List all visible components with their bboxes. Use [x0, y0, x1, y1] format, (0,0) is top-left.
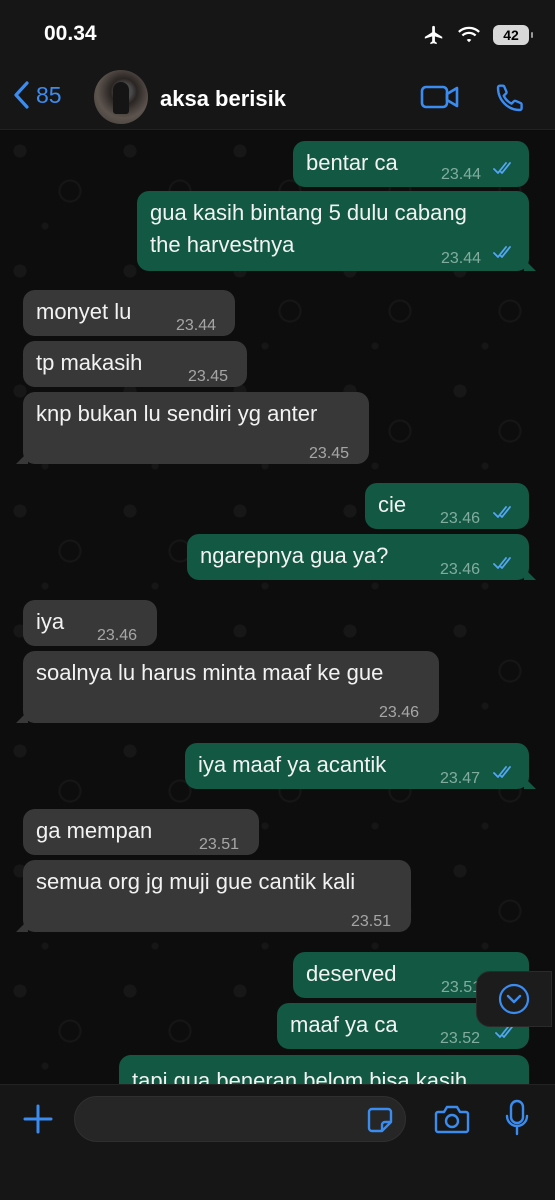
message-time: 23.46: [97, 627, 138, 644]
message-text: iya maaf ya acantik: [198, 752, 387, 777]
message-bubble-incoming[interactable]: iya 23.46: [23, 600, 157, 646]
chevron-down-icon: [498, 983, 530, 1015]
message-text: ngarepnya gua ya?: [200, 543, 389, 568]
message-bubble-incoming[interactable]: tp makasih 23.45: [23, 341, 247, 387]
message-bubble-incoming[interactable]: soalnya lu harus minta maaf ke gue 23.46: [16, 651, 439, 723]
sticker-icon[interactable]: [366, 1106, 394, 1134]
message-time: 23.44: [441, 166, 482, 183]
battery-level: 42: [503, 27, 519, 43]
message-bubble-outgoing[interactable]: cie 23.46: [365, 483, 529, 529]
message-text: soalnya lu harus minta maaf ke gue: [36, 660, 384, 685]
message-text-line2: the harvestnya: [150, 232, 295, 257]
message-bubble-incoming[interactable]: monyet lu 23.44: [23, 290, 235, 336]
message-text: gua kasih bintang 5 dulu cabang: [150, 200, 467, 225]
status-bar: 00.34 42: [0, 0, 555, 66]
input-bar: [0, 1084, 555, 1200]
double-check-icon: [493, 557, 511, 569]
mic-icon[interactable]: [504, 1099, 530, 1137]
message-bubble-outgoing[interactable]: tapi gua beneran belom bisa kasih: [119, 1055, 529, 1084]
message-text: cie: [378, 492, 407, 517]
back-button[interactable]: 85: [12, 80, 62, 110]
battery-icon: 42: [493, 25, 533, 45]
avatar[interactable]: [94, 70, 148, 124]
unread-count: 85: [36, 81, 62, 108]
message-bubble-outgoing[interactable]: bentar ca 23.44: [293, 141, 529, 187]
message-bubble-incoming[interactable]: knp bukan lu sendiri yg anter 23.45: [16, 392, 369, 464]
message-time: 23.51: [351, 913, 392, 930]
message-text: tapi gua beneran belom bisa kasih: [132, 1068, 468, 1084]
phone-icon[interactable]: [494, 82, 526, 114]
message-bubble-outgoing[interactable]: ngarepnya gua ya? 23.46: [187, 534, 536, 580]
airplane-icon: [424, 25, 443, 45]
message-time: 23.46: [379, 704, 420, 721]
message-text: deserved: [306, 961, 397, 986]
double-check-icon: [493, 766, 511, 778]
message-text: knp bukan lu sendiri yg anter: [36, 401, 318, 426]
message-text: bentar ca: [306, 150, 398, 175]
back-chevron-icon: [14, 81, 29, 109]
chat-area[interactable]: bentar ca 23.44 gua kasih bintang 5 dulu…: [0, 131, 555, 1084]
message-bubble-outgoing[interactable]: gua kasih bintang 5 dulu cabang the harv…: [137, 191, 536, 271]
camera-icon[interactable]: [434, 1103, 470, 1135]
message-text: semua org jg muji gue cantik kali: [36, 869, 356, 894]
message-bubble-incoming[interactable]: semua org jg muji gue cantik kali 23.51: [16, 860, 411, 932]
message-text: maaf ya ca: [290, 1012, 398, 1037]
status-time: 00.34: [44, 22, 97, 45]
message-text: ga mempan: [36, 818, 153, 843]
double-check-icon: [495, 1026, 513, 1038]
message-time: 23.46: [440, 510, 481, 527]
double-check-icon: [493, 162, 511, 174]
contact-name[interactable]: aksa berisik: [160, 86, 286, 112]
message-time: 23.47: [440, 770, 481, 787]
plus-icon[interactable]: [22, 1103, 54, 1135]
status-icons: 42: [423, 24, 533, 46]
scroll-to-bottom-button[interactable]: [476, 971, 552, 1027]
wifi-icon: [458, 26, 480, 43]
message-time: 23.44: [441, 250, 482, 267]
message-text: iya: [36, 609, 65, 634]
message-time: 23.44: [176, 317, 217, 334]
message-bubble-outgoing[interactable]: iya maaf ya acantik 23.47: [185, 743, 536, 789]
message-text: tp makasih: [36, 350, 143, 375]
double-check-icon: [493, 246, 511, 258]
message-time: 23.51: [199, 836, 240, 853]
message-input[interactable]: [74, 1096, 406, 1142]
message-time: 23.45: [188, 368, 229, 385]
video-call-icon[interactable]: [420, 82, 460, 112]
message-time: 23.52: [440, 1030, 481, 1047]
message-bubble-incoming[interactable]: ga mempan 23.51: [23, 809, 259, 855]
chat-header: 85 aksa berisik: [0, 66, 555, 130]
double-check-icon: [493, 506, 511, 518]
message-time: 23.45: [309, 445, 350, 462]
message-time: 23.46: [440, 561, 481, 578]
message-text: monyet lu: [36, 299, 132, 324]
